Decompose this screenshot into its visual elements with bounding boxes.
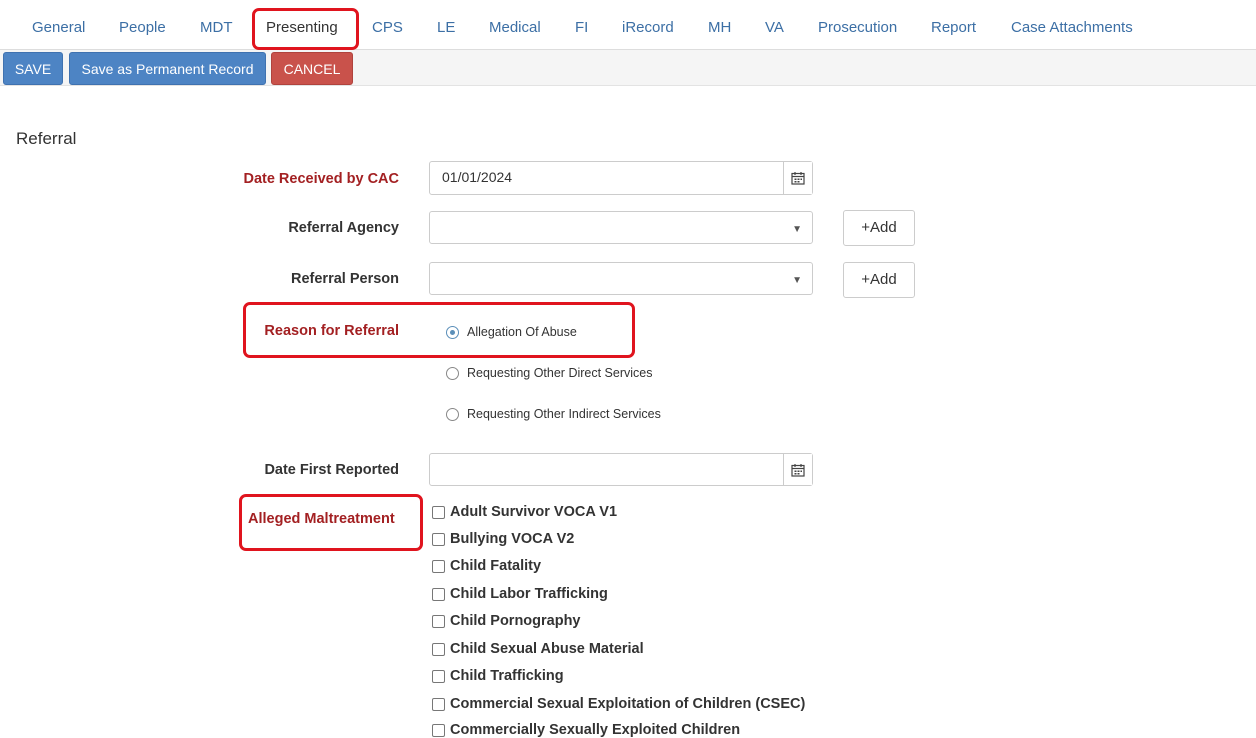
tab-fi[interactable]: FI	[575, 0, 588, 50]
calendar-icon[interactable]	[783, 162, 812, 194]
cancel-button[interactable]: CANCEL	[271, 52, 353, 85]
checkbox[interactable]	[432, 532, 445, 546]
referral-agency-select[interactable]: ▼	[429, 211, 813, 244]
date-received-label: Date Received by CAC	[243, 171, 399, 187]
chevron-down-icon: ▼	[792, 275, 802, 286]
referral-person-label: Referral Person	[291, 271, 399, 287]
tab-medical[interactable]: Medical	[489, 0, 541, 50]
checkbox-child-pornography[interactable]: Child Pornography	[432, 613, 581, 629]
tab-people[interactable]: People	[119, 0, 166, 50]
checkbox-commercially-sexually-exploited-children[interactable]: Commercially Sexually Exploited Children	[432, 722, 740, 738]
tab-mdt[interactable]: MDT	[200, 0, 233, 50]
checkbox-child-sexual-abuse-material[interactable]: Child Sexual Abuse Material	[432, 641, 644, 657]
checkbox-bullying-voca-v2[interactable]: Bullying VOCA V2	[432, 531, 574, 547]
tab-general[interactable]: General	[32, 0, 85, 50]
radio-requesting-other-indirect-services[interactable]: Requesting Other Indirect Services	[446, 407, 661, 421]
section-title: Referral	[16, 129, 77, 148]
checkbox-label: Child Labor Trafficking	[450, 586, 608, 602]
radio-button[interactable]	[446, 407, 459, 421]
checkbox-label: Commercially Sexually Exploited Children	[450, 722, 741, 738]
checkbox-csec[interactable]: Commercial Sexual Exploitation of Childr…	[432, 696, 805, 712]
chevron-down-icon: ▼	[792, 224, 802, 235]
checkbox[interactable]	[432, 505, 445, 519]
referral-agency-label: Referral Agency	[288, 220, 399, 236]
checkbox[interactable]	[432, 559, 445, 573]
date-first-reported-input[interactable]	[429, 453, 813, 486]
date-first-reported-label: Date First Reported	[264, 462, 399, 478]
alleged-maltreatment-label: Alleged Maltreatment	[248, 511, 395, 527]
tab-le[interactable]: LE	[437, 0, 455, 50]
checkbox[interactable]	[432, 587, 445, 601]
checkbox[interactable]	[432, 642, 445, 656]
tab-bar: General People MDT Presenting CPS LE Med…	[0, 0, 1256, 50]
checkbox-label: Child Fatality	[450, 558, 542, 574]
checkbox-label: Child Trafficking	[450, 668, 564, 684]
add-referral-agency-button[interactable]: +Add	[843, 210, 915, 246]
radio-button-checked[interactable]	[446, 325, 459, 339]
checkbox-label: Child Sexual Abuse Material	[450, 641, 644, 657]
date-received-value: 01/01/2024	[442, 169, 513, 185]
radio-allegation-of-abuse[interactable]: Allegation Of Abuse	[446, 325, 577, 339]
add-referral-person-button[interactable]: +Add	[843, 262, 915, 298]
reason-for-referral-label: Reason for Referral	[264, 323, 399, 339]
radio-label: Requesting Other Indirect Services	[467, 407, 661, 421]
tab-va[interactable]: VA	[765, 0, 784, 50]
action-toolbar: SAVE Save as Permanent Record CANCEL	[0, 50, 1256, 86]
tab-presenting[interactable]: Presenting	[266, 0, 338, 50]
calendar-icon[interactable]	[783, 454, 812, 485]
tab-mh[interactable]: MH	[708, 0, 731, 50]
tab-prosecution[interactable]: Prosecution	[818, 0, 897, 50]
tab-irecord[interactable]: iRecord	[622, 0, 674, 50]
checkbox-child-labor-trafficking[interactable]: Child Labor Trafficking	[432, 586, 608, 602]
checkbox-child-fatality[interactable]: Child Fatality	[432, 558, 541, 574]
save-permanent-record-button[interactable]: Save as Permanent Record	[69, 52, 266, 85]
tab-report[interactable]: Report	[931, 0, 976, 50]
checkbox-label: Adult Survivor VOCA V1	[450, 504, 618, 520]
checkbox-adult-survivor-voca-v1[interactable]: Adult Survivor VOCA V1	[432, 504, 617, 520]
radio-button[interactable]	[446, 366, 459, 380]
checkbox-label: Child Pornography	[450, 613, 581, 629]
checkbox-child-trafficking[interactable]: Child Trafficking	[432, 668, 564, 684]
checkbox[interactable]	[432, 669, 445, 683]
radio-label: Requesting Other Direct Services	[467, 366, 653, 380]
checkbox-label: Bullying VOCA V2	[450, 531, 575, 547]
radio-requesting-other-direct-services[interactable]: Requesting Other Direct Services	[446, 366, 653, 380]
radio-label: Allegation Of Abuse	[467, 325, 577, 339]
save-button[interactable]: SAVE	[3, 52, 63, 85]
date-received-input[interactable]: 01/01/2024	[429, 161, 813, 195]
checkbox[interactable]	[432, 614, 445, 628]
tab-cps[interactable]: CPS	[372, 0, 403, 50]
checkbox[interactable]	[432, 697, 445, 711]
referral-person-select[interactable]: ▼	[429, 262, 813, 295]
checkbox-label: Commercial Sexual Exploitation of Childr…	[450, 696, 806, 712]
tab-case-attachments[interactable]: Case Attachments	[1011, 0, 1133, 50]
